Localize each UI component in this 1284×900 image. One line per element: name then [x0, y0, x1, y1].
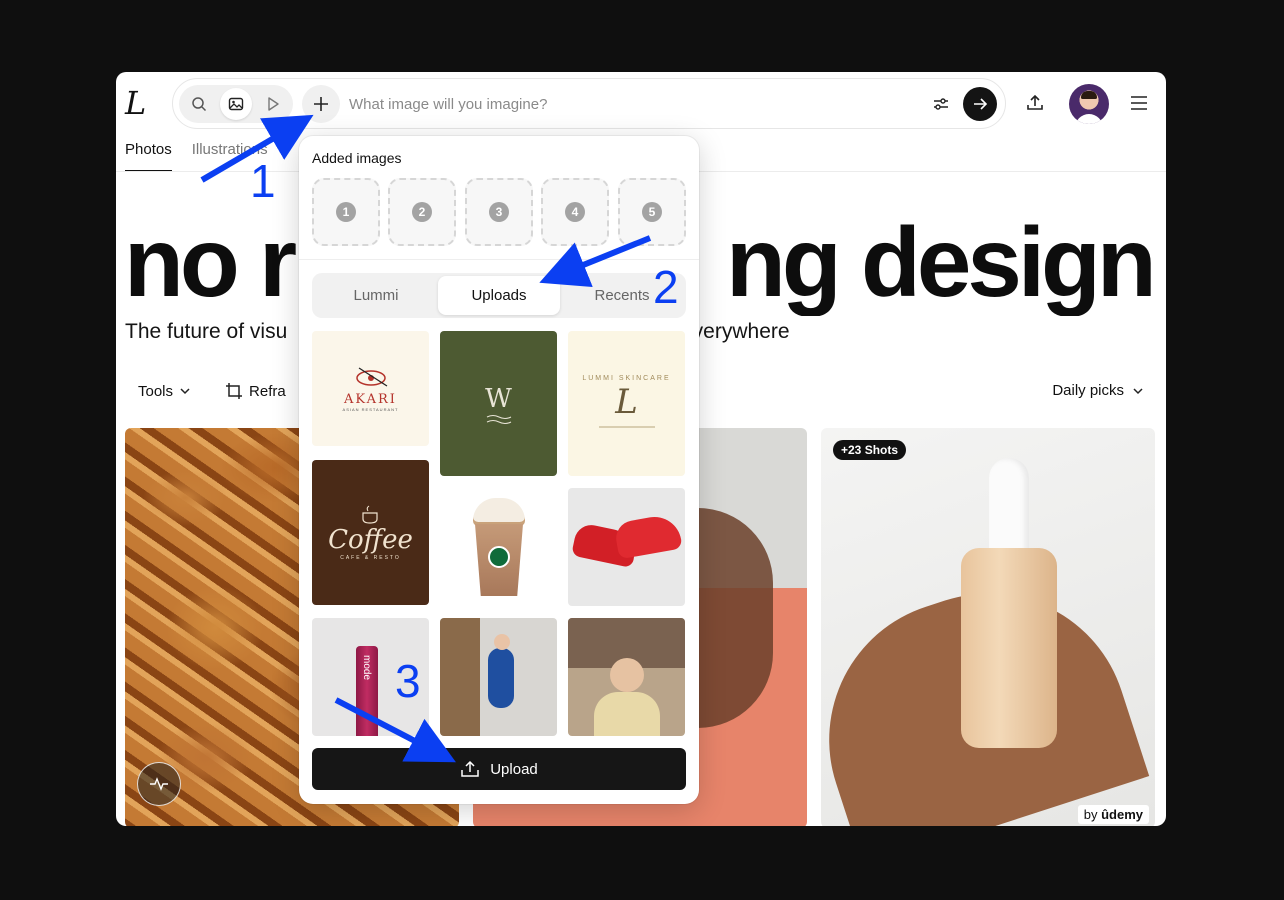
avatar[interactable]: [1069, 84, 1109, 124]
image-slot-3[interactable]: 3: [465, 178, 533, 246]
slot-number: 4: [565, 202, 585, 222]
image-slot-2[interactable]: 2: [388, 178, 456, 246]
upload-label: Upload: [490, 760, 538, 778]
activity-button[interactable]: [137, 762, 181, 806]
reframe-tool[interactable]: Refra: [225, 382, 286, 400]
image-slot-5[interactable]: 5: [618, 178, 686, 246]
hero-title-right: ng design: [726, 208, 1157, 316]
slot-number: 3: [489, 202, 509, 222]
upload-thumb-sneakers[interactable]: [568, 488, 685, 606]
tools-label: Tools: [138, 382, 174, 400]
upload-thumb-skincare[interactable]: LUMMI SKINCARE L: [568, 331, 685, 476]
akari-text: AKARI: [344, 391, 397, 407]
source-tabs: Lummi Uploads Recents: [312, 273, 686, 318]
upload-thumb-coffee[interactable]: Coffee CAFE & RESTO: [312, 460, 429, 605]
settings-button[interactable]: [925, 88, 957, 120]
ornament-icon: [598, 426, 655, 428]
serum-photo-card[interactable]: +23 Shots by ûdemy: [821, 428, 1155, 826]
upload-thumb-akari[interactable]: AKARI ASIAN RESTAURANT: [312, 331, 429, 446]
tab-photos[interactable]: Photos: [125, 140, 172, 172]
coffee-subtext: CAFE & RESTO: [340, 554, 401, 561]
image-icon: [228, 97, 244, 111]
slot-number: 5: [642, 202, 662, 222]
panel-title: Added images: [312, 150, 402, 166]
upload-thumb-cafe-selfie[interactable]: [568, 618, 685, 736]
annotation-number-3: 3: [395, 655, 421, 707]
chevron-down-icon: [1133, 387, 1143, 394]
daily-picks-dropdown[interactable]: Daily picks: [1052, 382, 1144, 399]
mode-switcher: [179, 85, 293, 123]
arrow-right-icon: [974, 98, 988, 110]
hamburger-icon: [1131, 96, 1147, 110]
plus-icon: [314, 97, 328, 111]
skincare-mark: L: [615, 382, 638, 422]
daily-picks-label: Daily picks: [1052, 382, 1124, 399]
added-images-panel: Added images 1 2 3 4 5 Lummi Uploads Rec…: [299, 136, 699, 804]
hero-title-left: no r: [124, 208, 297, 316]
udemy-by: by: [1083, 807, 1098, 822]
annotation-number-2: 2: [653, 261, 679, 313]
divider: [299, 259, 699, 260]
image-slot-4[interactable]: 4: [541, 178, 609, 246]
upload-icon: [1027, 94, 1043, 110]
image-mode-button[interactable]: [220, 88, 252, 120]
coffee-cup-icon: [361, 505, 378, 524]
slot-number: 2: [412, 202, 432, 222]
pulse-icon: [150, 777, 168, 791]
upload-thumb-w-logo[interactable]: W: [440, 331, 557, 476]
chevron-down-icon: [180, 388, 190, 395]
video-mode-button[interactable]: [257, 88, 289, 120]
sliders-icon: [934, 98, 948, 110]
image-slot-1[interactable]: 1: [312, 178, 380, 246]
video-icon: [268, 97, 279, 111]
lummi-logo[interactable]: L: [125, 86, 146, 120]
prompt-input[interactable]: [349, 88, 909, 120]
category-tabs: Photos Illustrations: [125, 140, 268, 172]
tools-dropdown[interactable]: Tools: [138, 383, 191, 400]
reframe-label: Refra: [249, 382, 286, 400]
annotation-number-1: 1: [250, 155, 276, 207]
tube-text: mode: [361, 654, 373, 681]
coffee-text: Coffee: [328, 524, 413, 555]
hero-subtitle-left: The future of visu: [125, 320, 288, 343]
skincare-text: LUMMI SKINCARE: [582, 375, 671, 382]
udemy-badge: by ûdemy: [1077, 805, 1149, 824]
add-image-button[interactable]: [302, 85, 340, 123]
shots-badge: +23 Shots: [833, 440, 907, 460]
share-button[interactable]: [1018, 86, 1052, 120]
slot-number: 1: [336, 202, 356, 222]
search-icon: [192, 97, 207, 112]
akari-logo-icon: [355, 366, 387, 387]
udemy-brand: ûdemy: [1101, 807, 1143, 822]
tab-lummi[interactable]: Lummi: [315, 276, 437, 315]
submit-button[interactable]: [963, 87, 997, 121]
upload-button[interactable]: Upload: [312, 748, 686, 790]
prompt-bar: [172, 78, 1006, 129]
crop-icon: [226, 383, 243, 399]
w-mark: W: [485, 383, 512, 414]
hero-subtitle: The future of visu everywhere: [125, 320, 790, 344]
upload-thumb-frappuccino[interactable]: [440, 488, 557, 606]
tab-uploads[interactable]: Uploads: [438, 276, 560, 315]
tools-bar: Tools Refra: [138, 382, 286, 400]
upload-icon: [461, 760, 479, 777]
search-mode-button[interactable]: [183, 88, 215, 120]
menu-button[interactable]: [1122, 86, 1156, 120]
upload-thumb-street-fashion[interactable]: [440, 618, 557, 736]
akari-subtext: ASIAN RESTAURANT: [342, 406, 399, 412]
wave-icon: [486, 414, 511, 424]
